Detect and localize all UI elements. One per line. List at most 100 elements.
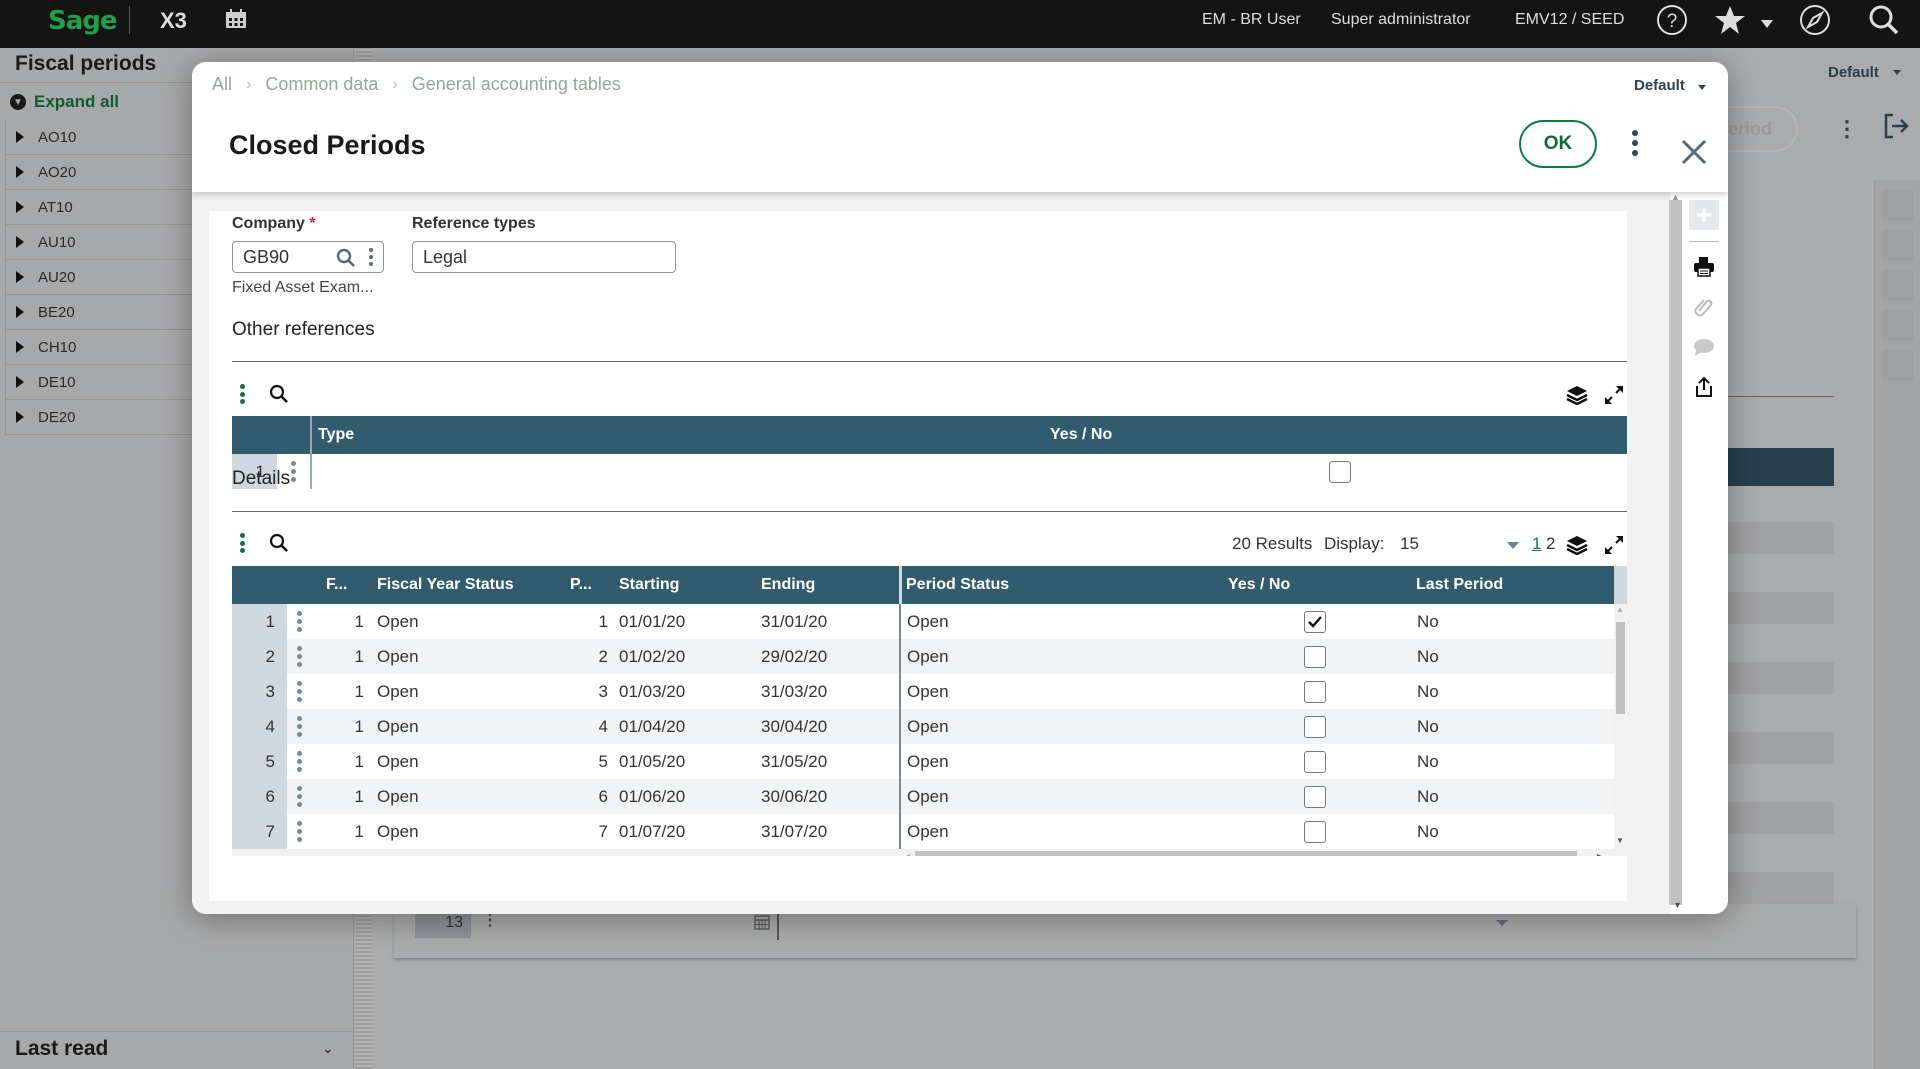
view-selector[interactable]: Default [1634, 77, 1685, 94]
layers-icon[interactable] [1566, 385, 1588, 405]
period-status-cell[interactable]: Open [907, 744, 949, 779]
table-row[interactable]: 4 1 Open 4 01/04/20 30/04/20 Open No [232, 709, 1614, 744]
table-row[interactable]: 5 1 Open 5 01/05/20 31/05/20 Open No [232, 744, 1614, 779]
scroll-thumb[interactable] [915, 851, 1577, 856]
fiscal-year-cell[interactable]: 1 [312, 814, 364, 849]
row-menu-icon[interactable] [287, 674, 312, 709]
compass-icon[interactable] [1799, 4, 1831, 36]
fiscal-year-cell[interactable]: 1 [312, 639, 364, 674]
yes-no-cell[interactable] [1304, 779, 1326, 814]
column-header-starting[interactable]: Starting [619, 566, 679, 604]
expand-icon[interactable] [1604, 385, 1624, 405]
yes-no-cell[interactable] [1304, 674, 1326, 709]
period-cell[interactable]: 2 [552, 639, 608, 674]
user-role[interactable]: Super administrator [1331, 0, 1471, 40]
last-period-cell[interactable]: No [1417, 604, 1439, 639]
yes-no-cell[interactable] [1304, 744, 1326, 779]
period-status-cell[interactable]: Open [907, 814, 949, 849]
check-icon[interactable] [1883, 270, 1913, 300]
user-name[interactable]: EM - BR User [1202, 0, 1301, 40]
calendar-icon[interactable] [754, 914, 770, 930]
fiscal-year-status-cell[interactable]: Open [377, 639, 419, 674]
breadcrumb-item-all[interactable]: All [212, 74, 232, 95]
period-status-cell[interactable]: Open [907, 674, 949, 709]
last-period-cell[interactable]: No [1417, 779, 1439, 814]
table-row[interactable]: 1 [232, 454, 1627, 489]
yes-no-checkbox[interactable] [1304, 750, 1326, 773]
yes-no-checkbox-cell[interactable] [1329, 454, 1351, 489]
table-row[interactable]: 3 1 Open 3 01/03/20 31/03/20 Open No [232, 674, 1614, 709]
add-icon[interactable]: + [1689, 199, 1719, 230]
caret-right-icon[interactable] [16, 131, 24, 143]
period-cell[interactable]: 7 [552, 814, 608, 849]
starting-date-cell[interactable]: 01/04/20 [619, 709, 685, 744]
period-cell[interactable]: 4 [552, 709, 608, 744]
table-row[interactable]: 7 1 Open 7 01/07/20 31/07/20 Open No [232, 814, 1614, 849]
row-menu-icon[interactable] [287, 744, 312, 779]
yes-no-checkbox[interactable] [1304, 785, 1326, 808]
add-icon[interactable] [1883, 190, 1913, 220]
fiscal-year-cell[interactable]: 1 [312, 709, 364, 744]
table-row[interactable]: 6 1 Open 6 01/06/20 30/06/20 Open No [232, 779, 1614, 814]
period-status-cell[interactable]: Open [907, 604, 949, 639]
expand-all-button[interactable]: ▼ Expand all [10, 92, 119, 112]
last-period-cell[interactable]: No [1417, 744, 1439, 779]
period-cell[interactable]: 6 [552, 779, 608, 814]
yes-no-cell[interactable] [1304, 604, 1326, 639]
period-cell[interactable]: 1 [552, 604, 608, 639]
fiscal-year-status-cell[interactable]: Open [377, 779, 419, 814]
yes-no-checkbox[interactable] [1304, 820, 1326, 843]
caret-right-icon[interactable] [16, 376, 24, 388]
fiscal-year-status-cell[interactable]: Open [377, 744, 419, 779]
delete-icon[interactable] [1883, 310, 1913, 340]
scroll-down-arrow[interactable]: ▼ [1616, 836, 1624, 845]
ok-button[interactable]: OK [1519, 120, 1597, 168]
scroll-right-arrow[interactable]: ▶ [1597, 852, 1603, 856]
starting-date-cell[interactable]: 01/07/20 [619, 814, 685, 849]
chevron-down-icon[interactable]: ⌄ [322, 1040, 334, 1057]
ending-date-cell[interactable]: 30/06/20 [761, 779, 827, 814]
caret-down-icon[interactable] [1496, 920, 1508, 926]
lookup-icon[interactable] [336, 248, 356, 268]
search-icon[interactable] [269, 384, 289, 404]
fiscal-year-status-cell[interactable]: Open [377, 814, 419, 849]
column-header-fiscal-year-status[interactable]: Fiscal Year Status [377, 566, 514, 604]
search-icon[interactable] [269, 533, 289, 553]
ending-date-cell[interactable]: 31/03/20 [761, 674, 827, 709]
ending-date-cell[interactable]: 30/04/20 [761, 709, 827, 744]
yes-no-cell[interactable] [1304, 814, 1326, 849]
ending-date-cell[interactable]: 31/05/20 [761, 744, 827, 779]
row-menu-icon[interactable] [287, 639, 312, 674]
details-vertical-scrollbar[interactable]: ▲ ▼ [1614, 604, 1627, 849]
scroll-left-arrow[interactable]: ◀ [904, 852, 910, 856]
column-header-period-status[interactable]: Period Status [906, 566, 1009, 604]
yes-no-cell[interactable] [1304, 639, 1326, 674]
yes-no-checkbox[interactable] [1304, 645, 1326, 668]
bg-view-selector[interactable]: Default [1828, 64, 1879, 81]
search-icon[interactable] [1868, 4, 1900, 36]
comment-icon[interactable] [1689, 332, 1719, 362]
fiscal-year-status-cell[interactable]: Open [377, 709, 419, 744]
fiscal-year-cell[interactable]: 1 [312, 779, 364, 814]
attachment-icon[interactable] [1689, 292, 1719, 322]
caret-down-icon[interactable] [1698, 85, 1706, 90]
caret-right-icon[interactable] [16, 411, 24, 423]
page-1-link[interactable]: 1 [1532, 534, 1541, 554]
column-header-last-period[interactable]: Last Period [1416, 566, 1503, 604]
caret-right-icon[interactable] [16, 271, 24, 283]
row-menu-icon[interactable] [287, 779, 312, 814]
starting-date-cell[interactable]: 01/03/20 [619, 674, 685, 709]
fiscal-year-cell[interactable]: 1 [312, 674, 364, 709]
last-period-cell[interactable]: No [1417, 639, 1439, 674]
grid-menu-icon[interactable] [239, 533, 245, 553]
starting-date-cell[interactable]: 01/01/20 [619, 604, 685, 639]
scroll-down-arrow[interactable]: ▼ [1673, 900, 1682, 910]
grid-menu-icon[interactable] [239, 384, 245, 404]
period-status-cell[interactable]: Open [907, 779, 949, 814]
exit-icon[interactable] [1882, 112, 1910, 140]
row-menu-icon[interactable] [287, 604, 312, 639]
caret-right-icon[interactable] [16, 341, 24, 353]
caret-right-icon[interactable] [16, 306, 24, 318]
help-icon[interactable]: ? [1656, 4, 1688, 36]
starting-date-cell[interactable]: 01/06/20 [619, 779, 685, 814]
